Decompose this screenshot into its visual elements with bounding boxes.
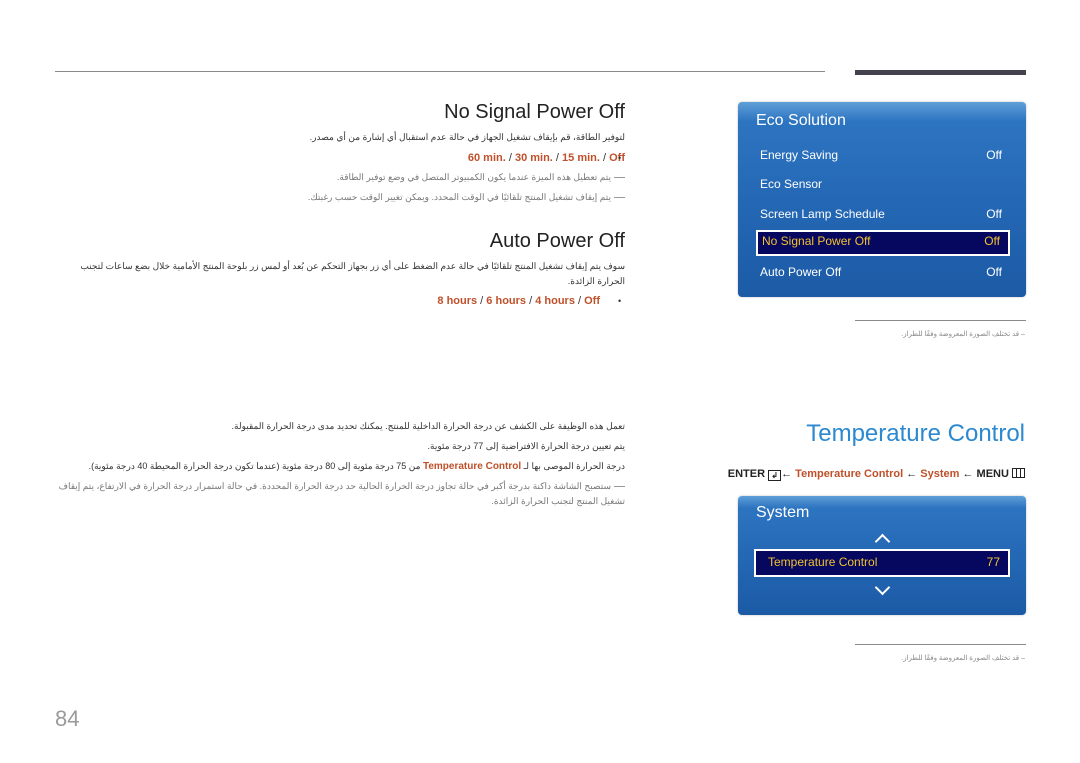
- note-dash-icon: [614, 197, 625, 199]
- option: 6 hours: [486, 295, 527, 307]
- option: 8 hours: [437, 295, 478, 307]
- enter-icon: ↲: [768, 470, 782, 481]
- header-rule: [55, 71, 825, 72]
- auto-power-options: 8 hours / 6 hours / 4 hours / Off: [437, 295, 600, 307]
- eco-menu-title: Eco Solution: [756, 112, 846, 129]
- menu-item-auto-power-off[interactable]: Auto Power Off Off: [758, 261, 1010, 283]
- option: 60 min.: [467, 152, 506, 164]
- eco-menu-note: – قد تختلف الصورة المعروضة وفقًا للطراز.: [901, 331, 1025, 338]
- temperature-line-3: درجة الحرارة الموصى بها لـ Temperature C…: [88, 461, 625, 472]
- no-signal-options: 60 min. / 30 min. / 15 min. / Off: [467, 152, 625, 164]
- option: 15 min.: [562, 152, 600, 164]
- eco-solution-menu: Eco Solution Energy Saving Off Eco Sensor…: [738, 102, 1026, 297]
- temperature-line-2: يتم تعيين درجة الحرارة الافتراضية إلى 77…: [427, 441, 626, 451]
- page-number: 84: [55, 706, 80, 731]
- option: 30 min.: [514, 152, 553, 164]
- menu-item-temperature-control[interactable]: Temperature Control 77: [754, 549, 1010, 577]
- option: Off: [584, 295, 600, 307]
- bullet-icon: •: [618, 296, 622, 306]
- menu-icon: [1012, 468, 1025, 478]
- no-signal-description: لتوفير الطاقة، قم بإيقاف تشغيل الجهاز في…: [309, 132, 625, 142]
- no-signal-note-2: يتم إيقاف تشغيل المنتج تلقائيًا في الوقت…: [65, 190, 625, 205]
- menu-item-energy-saving[interactable]: Energy Saving Off: [758, 144, 1010, 166]
- no-signal-title: No Signal Power Off: [444, 101, 625, 123]
- no-signal-note-1: يتم تعطيل هذه الميزة عندما يكون الكمبيوت…: [65, 170, 625, 185]
- note-dash-icon: [614, 177, 625, 179]
- system-menu: System Temperature Control 77: [738, 496, 1026, 615]
- note-rule: [855, 320, 1026, 321]
- temperature-note: ستصبح الشاشة داكنة بدرجة أكبر في حالة تج…: [58, 481, 625, 506]
- system-menu-title: System: [756, 504, 810, 521]
- chevron-up-icon[interactable]: [874, 533, 891, 550]
- note-rule: [855, 644, 1026, 645]
- header-bar: [855, 70, 1026, 75]
- temperature-line-1: تعمل هذه الوظيفة على الكشف عن درجة الحرا…: [231, 421, 625, 431]
- auto-power-title: Auto Power Off: [489, 230, 625, 252]
- system-menu-note: – قد تختلف الصورة المعروضة وفقًا للطراز.: [901, 655, 1025, 662]
- bullet-icon: •: [618, 153, 622, 163]
- temperature-control-title: Temperature Control: [806, 420, 1025, 447]
- menu-path: ENTER ↲ ← Temperature Control ← System ← …: [728, 468, 1025, 481]
- auto-power-description: سوف يتم إيقاف تشغيل المنتج تلقائيًا في ح…: [80, 261, 625, 286]
- menu-item-no-signal-power-off[interactable]: No Signal Power Off Off: [756, 230, 1010, 256]
- option: 4 hours: [535, 295, 575, 307]
- note-dash-icon: [614, 486, 625, 488]
- menu-item-eco-sensor[interactable]: Eco Sensor: [758, 173, 1010, 195]
- menu-item-screen-lamp-schedule[interactable]: Screen Lamp Schedule Off: [758, 203, 1010, 225]
- chevron-down-icon[interactable]: [874, 579, 891, 596]
